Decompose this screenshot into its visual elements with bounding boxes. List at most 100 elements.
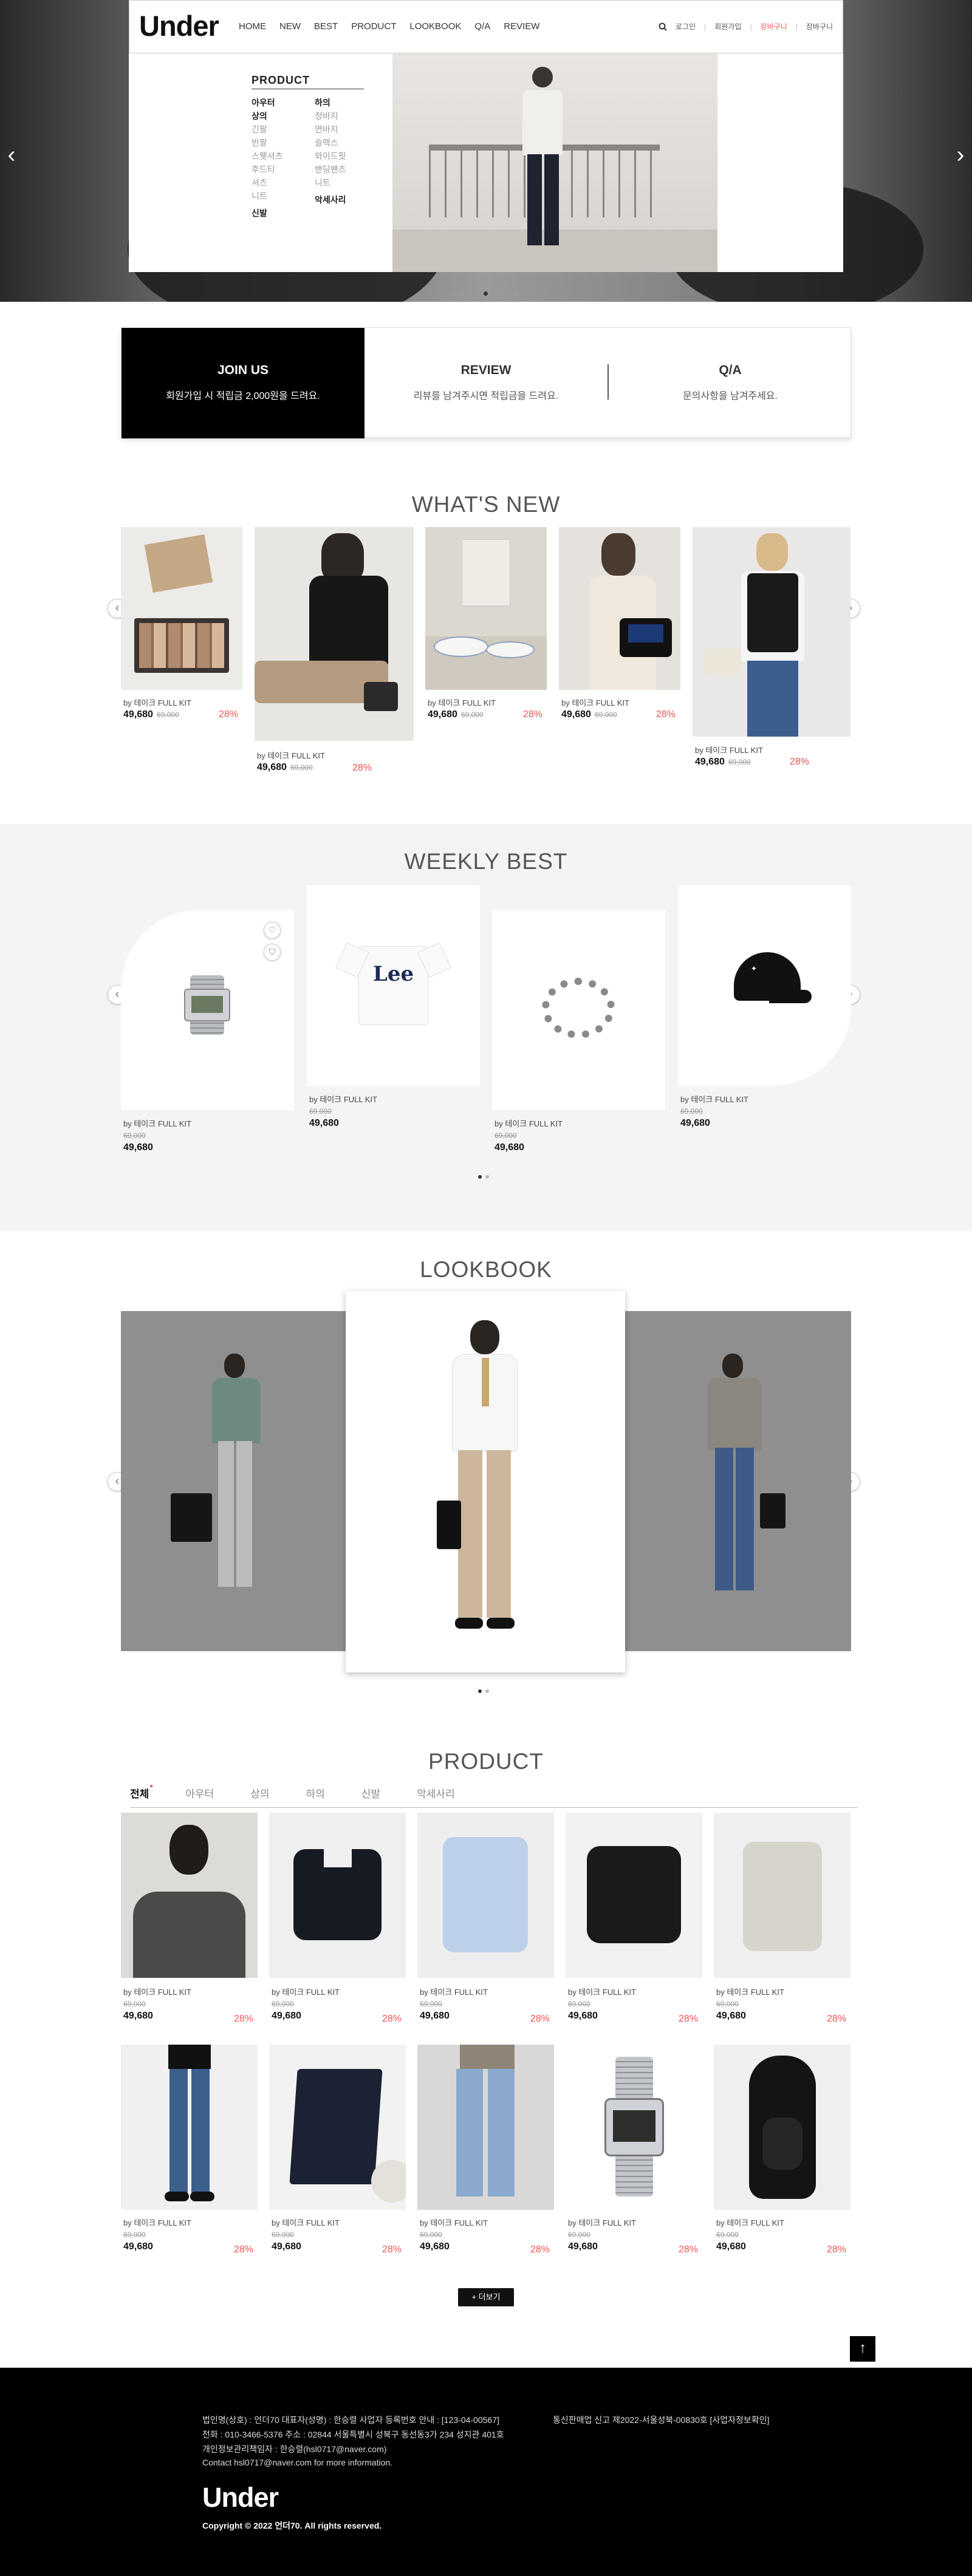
menu-accessory[interactable]: 악세사리 [315, 193, 346, 206]
menu-item[interactable]: 니트 [315, 176, 346, 189]
hero-dot-active[interactable] [484, 291, 488, 296]
join-title: JOIN US [217, 363, 269, 377]
nav-review[interactable]: REVIEW [504, 21, 539, 32]
login-link[interactable]: 로그인 [676, 21, 696, 32]
nav-home[interactable]: HOME [239, 21, 266, 32]
product-image-shirt-blue[interactable] [417, 1813, 554, 1978]
discount-rate: 28% [382, 2014, 402, 2024]
menu-item[interactable]: 반팔 [252, 136, 283, 149]
product-image-palette[interactable] [121, 527, 242, 690]
product-name: by 테이크 FULL KIT [561, 698, 629, 707]
product-image-tableware[interactable] [425, 527, 547, 690]
qa-title: Q/A [719, 363, 742, 377]
join-us-panel[interactable]: JOIN US 회원가입 시 적립금 2,000원을 드려요. [122, 328, 364, 438]
load-more-button[interactable]: + 더보기 [458, 2288, 514, 2306]
menu-item[interactable]: 긴팔 [252, 123, 283, 136]
discount-rate: 28% [656, 709, 676, 720]
cart-icon[interactable]: ⛉ [264, 944, 281, 961]
lookbook-dot-active[interactable] [478, 1689, 482, 1693]
hero-prev-arrow-icon[interactable]: ‹ [2, 143, 21, 167]
hero-dot[interactable] [507, 291, 512, 296]
tab-shoes[interactable]: 신발 [361, 1785, 380, 1801]
tab-all[interactable]: 전체 ● [130, 1783, 153, 1801]
product-card[interactable]: by 테이크 FULL KIT 69,000 49,680 [309, 1093, 479, 1129]
tab-bottom[interactable]: 하의 [306, 1785, 324, 1801]
review-panel[interactable]: REVIEW 리뷰를 남겨주시면 적립금을 드려요. [364, 328, 608, 438]
lookbook-dot[interactable] [485, 1689, 489, 1693]
product-card[interactable]: by 테이크 FULL KIT 69,000 49,680 [680, 1093, 850, 1129]
product-image-jacket-beige[interactable] [714, 1813, 850, 1978]
product-image-denim-model[interactable] [417, 2045, 554, 2210]
menu-item[interactable]: 면바지 [315, 123, 346, 136]
nav-lookbook[interactable]: LOOKBOOK [409, 21, 461, 32]
product-image-casio-watch[interactable] [566, 2045, 702, 2210]
product-card[interactable]: by 테이크 FULL KIT 49,680 69,000 [257, 749, 414, 773]
menu-item[interactable]: 스웻셔츠 [252, 149, 283, 163]
menu-bottom[interactable]: 하의 [315, 96, 346, 109]
hero-dot[interactable] [515, 291, 519, 296]
product-image-sweatshirt-model[interactable] [121, 1813, 258, 1978]
join-link[interactable]: 회원가입 [714, 21, 741, 32]
weekly-best-title: WEEKLY BEST [404, 849, 568, 874]
footer-logo[interactable]: Under [202, 2482, 279, 2513]
menu-top[interactable]: 상의 [252, 109, 283, 123]
lookbook-image-center[interactable] [346, 1291, 625, 1672]
product-image-digital-watch[interactable] [121, 910, 294, 1110]
product-image-knit-model[interactable] [255, 527, 414, 741]
product-image-black-cap[interactable]: ✦ [678, 885, 851, 1086]
product-image-chain-bracelet[interactable] [492, 910, 665, 1110]
hero-dot[interactable] [460, 291, 464, 296]
weekly-dot[interactable] [485, 1175, 489, 1179]
product-category-tabs: 전체 ● 아우터 상의 하의 신발 악세사리 [130, 1783, 455, 1801]
product-image-jacket-black[interactable] [269, 1813, 406, 1978]
mypage-link[interactable]: 장바구니 [761, 21, 787, 32]
hero-dot[interactable] [476, 291, 480, 296]
hero-dot[interactable] [499, 291, 504, 296]
product-card[interactable]: by 테이크 FULL KIT 69,000 49,680 [495, 1117, 665, 1153]
hero-dot[interactable] [491, 291, 496, 296]
product-image-bomber-black[interactable] [566, 1813, 702, 1978]
product-image-vest-model[interactable] [693, 527, 850, 737]
product-image-bag-model[interactable] [559, 527, 680, 690]
product-original-price: 69,000 [728, 758, 751, 766]
product-image-lee-tshirt[interactable]: Lee [307, 885, 480, 1086]
footer-business-license[interactable]: 통신판매업 신고 제2022-서울성북-00830호 [사업자정보확인] [553, 2414, 769, 2426]
hero-dot[interactable] [468, 291, 472, 296]
cart-link[interactable]: 장바구니 [806, 21, 833, 32]
tab-outer[interactable]: 아우터 [185, 1785, 214, 1801]
menu-item[interactable]: 셔츠 [252, 176, 283, 189]
product-image-backpack[interactable] [714, 2045, 850, 2210]
tab-top[interactable]: 상의 [250, 1785, 269, 1801]
product-image-wide-slacks[interactable] [269, 2045, 406, 2210]
heart-icon[interactable]: ♡ [264, 922, 281, 939]
nav-new[interactable]: NEW [279, 21, 301, 32]
menu-outer[interactable]: 아우터 [252, 96, 283, 109]
whats-new-title: WHAT'S NEW [411, 492, 561, 517]
menu-shoes[interactable]: 신발 [252, 206, 283, 220]
tab-accessory[interactable]: 악세사리 [417, 1785, 455, 1801]
menu-item[interactable]: 니트 [252, 189, 283, 203]
discount-rate: 28% [234, 2244, 254, 2255]
qa-panel[interactable]: Q/A 문의사항을 남겨주세요. [609, 328, 852, 438]
search-icon[interactable] [659, 22, 667, 31]
site-logo[interactable]: Under [139, 9, 219, 43]
product-card[interactable]: by 테이크 FULL KIT 69,000 49,680 [123, 1117, 293, 1153]
menu-item[interactable]: 청바지 [315, 109, 346, 123]
hero-dot[interactable] [452, 291, 456, 296]
product-name: by 테이크 FULL KIT [123, 1119, 191, 1128]
scroll-top-button[interactable]: ↑ [850, 2336, 875, 2362]
product-image-jeans-model[interactable] [121, 2045, 258, 2210]
hero-next-arrow-icon[interactable]: › [951, 143, 970, 167]
nav-best[interactable]: BEST [314, 21, 338, 32]
menu-item[interactable]: 후드티 [252, 163, 283, 176]
product-card[interactable]: by 테이크 FULL KIT 49,680 69,000 [695, 744, 850, 768]
menu-item[interactable]: 밴딩팬츠 [315, 163, 346, 176]
weekly-dot-active[interactable] [478, 1175, 482, 1179]
lookbook-image-left[interactable] [121, 1311, 347, 1651]
menu-item[interactable]: 와이드핏 [315, 149, 346, 163]
discount-rate: 28% [790, 757, 810, 767]
menu-item[interactable]: 슬랙스 [315, 136, 346, 149]
nav-qa[interactable]: Q/A [474, 21, 490, 32]
nav-product[interactable]: PRODUCT [351, 21, 396, 32]
lookbook-image-right[interactable] [625, 1311, 851, 1651]
